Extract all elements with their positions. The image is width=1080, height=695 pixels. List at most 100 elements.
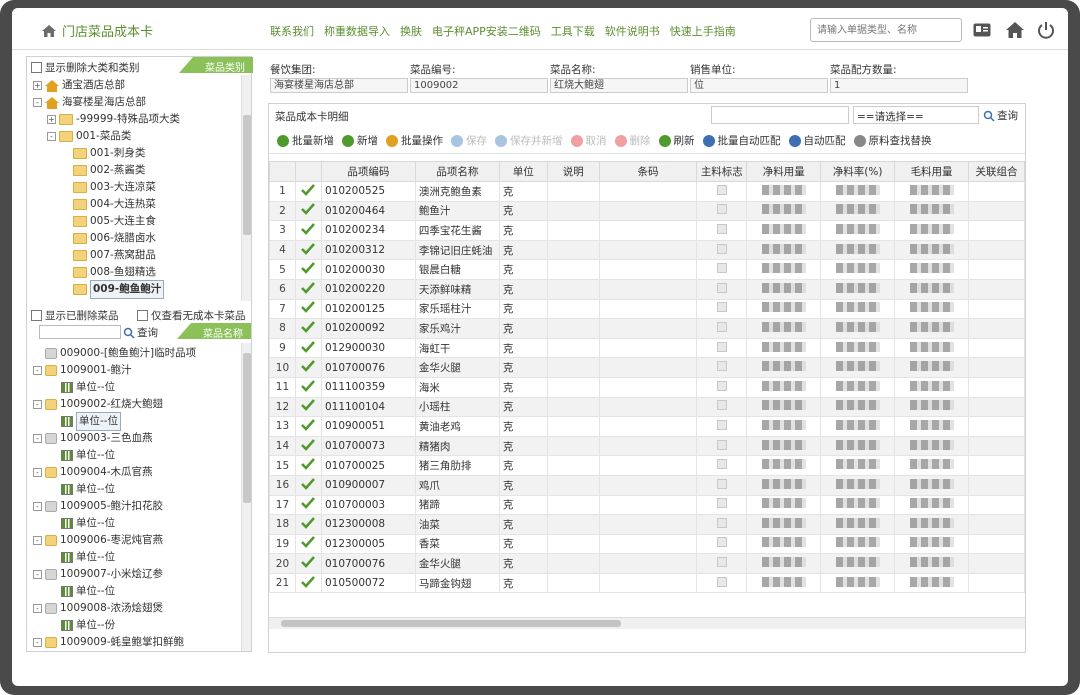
main-ingredient-cell[interactable] [696, 278, 748, 300]
description-cell[interactable] [546, 494, 600, 516]
description-cell[interactable] [546, 416, 600, 437]
barcode-cell[interactable] [598, 455, 698, 476]
barcode-cell[interactable] [598, 220, 698, 241]
barcode-cell[interactable] [598, 357, 698, 378]
collapse-icon[interactable]: - [47, 132, 56, 141]
dish-unit-node[interactable]: 单位--位 [33, 379, 239, 396]
gross-usage-cell[interactable] [894, 494, 970, 516]
barcode-cell[interactable] [598, 533, 698, 555]
description-cell[interactable] [546, 376, 600, 398]
gross-usage-cell[interactable] [894, 572, 970, 594]
table-row[interactable]: 10 010700076 金华火腿克 [269, 357, 1025, 378]
detail-type-select[interactable]: ==请选择== [853, 106, 979, 124]
description-cell[interactable] [546, 278, 600, 300]
item-name-cell[interactable]: 家乐瑶柱汁 [414, 298, 500, 320]
main-ingredient-cell[interactable] [696, 514, 748, 535]
dish-unit-node[interactable]: 单位--位 [33, 515, 239, 532]
main-ingredient-cell[interactable] [696, 572, 748, 594]
dish-unit-node[interactable]: 单位--位 [33, 481, 239, 498]
dish-tree-scrollbar[interactable] [241, 343, 251, 651]
combo-cell[interactable] [968, 357, 1025, 378]
net-usage-cell[interactable] [746, 474, 822, 496]
gross-usage-cell[interactable] [894, 357, 970, 378]
nav-link-3[interactable]: 电子秤APP安装二维码 [432, 23, 541, 39]
column-header[interactable]: 毛料用量 [894, 161, 970, 182]
unit-cell[interactable]: 克 [498, 298, 548, 320]
nav-link-4[interactable]: 工具下载 [551, 23, 595, 39]
combo-cell[interactable] [968, 416, 1025, 437]
item-code-cell[interactable]: 010700076 [320, 357, 416, 378]
table-row[interactable]: 9 012900030 海虹干克 [269, 337, 1025, 359]
net-usage-cell[interactable] [746, 357, 822, 378]
gross-usage-cell[interactable] [894, 376, 970, 398]
unit-cell[interactable]: 克 [498, 572, 548, 594]
barcode-cell[interactable] [598, 200, 698, 222]
toolbar-button-1[interactable]: 新增 [342, 133, 378, 148]
net-usage-cell[interactable] [746, 455, 822, 476]
dish-tree-node[interactable]: - 1009004-木瓜官燕 [33, 464, 239, 481]
barcode-cell[interactable] [598, 494, 698, 516]
net-rate-cell[interactable] [820, 455, 896, 476]
gross-usage-cell[interactable] [894, 474, 970, 496]
net-usage-cell[interactable] [746, 514, 822, 535]
unit-cell[interactable]: 克 [498, 533, 548, 555]
net-usage-cell[interactable] [746, 553, 822, 574]
item-code-cell[interactable]: 010900007 [320, 474, 416, 496]
item-code-cell[interactable]: 010200234 [320, 220, 416, 241]
main-ingredient-cell[interactable] [696, 553, 748, 574]
item-code-cell[interactable]: 011100104 [320, 396, 416, 418]
dish-tree-node[interactable]: - 1009006-枣泥炖官燕 [33, 532, 239, 549]
expand-icon[interactable]: + [33, 81, 42, 90]
unit-cell[interactable]: 克 [498, 357, 548, 378]
barcode-cell[interactable] [598, 298, 698, 320]
dish-tree-node[interactable]: - 1009007-小米烩辽参 [33, 566, 239, 583]
nav-link-2[interactable]: 换肤 [400, 23, 422, 39]
show-deleted-dishes-checkbox[interactable]: 显示已删除菜品 [31, 308, 119, 323]
toolbar-button-0[interactable]: 批量新增 [277, 133, 334, 148]
unit-cell[interactable]: 克 [498, 318, 548, 339]
dish-tree-node[interactable]: - 1009003-三色血燕 [33, 430, 239, 447]
main-ingredient-cell[interactable] [696, 357, 748, 378]
net-usage-cell[interactable] [746, 435, 822, 457]
category-tree-node[interactable]: - 海宴楼星海店总部 [33, 94, 239, 111]
description-cell[interactable] [546, 337, 600, 359]
net-rate-cell[interactable] [820, 337, 896, 359]
nav-link-0[interactable]: 联系我们 [270, 23, 314, 39]
net-rate-cell[interactable] [820, 396, 896, 418]
collapse-icon[interactable]: - [33, 502, 42, 511]
gross-usage-cell[interactable] [894, 239, 970, 261]
table-row[interactable]: 2 010200464 鲍鱼汁克 [269, 200, 1025, 222]
net-usage-cell[interactable] [746, 494, 822, 516]
description-cell[interactable] [546, 533, 600, 555]
net-usage-cell[interactable] [746, 318, 822, 339]
column-header[interactable]: 关联组合 [968, 161, 1025, 182]
net-usage-cell[interactable] [746, 181, 822, 202]
dish-tree-node[interactable]: - 1009002-红烧大鲍翅 [33, 396, 239, 413]
net-rate-cell[interactable] [820, 181, 896, 202]
item-name-cell[interactable]: 猪三角肋排 [414, 455, 500, 476]
net-usage-cell[interactable] [746, 278, 822, 300]
combo-cell[interactable] [968, 474, 1025, 496]
net-usage-cell[interactable] [746, 396, 822, 418]
item-name-cell[interactable]: 鲍鱼汁 [414, 200, 500, 222]
main-ingredient-cell[interactable] [696, 533, 748, 555]
unit-cell[interactable]: 克 [498, 259, 548, 280]
toolbar-button-6[interactable]: 删除 [614, 133, 651, 148]
item-name-cell[interactable]: 精猪肉 [414, 435, 500, 457]
main-ingredient-checkbox[interactable] [716, 400, 727, 411]
net-usage-cell[interactable] [746, 259, 822, 280]
table-row[interactable]: 8 010200092 家乐鸡汁克 [269, 318, 1025, 339]
dish-tree-node[interactable]: - 1009009-蚝皇鲍掌扣鲜鲍 [33, 634, 239, 651]
main-ingredient-checkbox[interactable] [716, 498, 727, 509]
item-name-cell[interactable]: 马蹄金钩翅 [414, 572, 500, 594]
item-code-cell[interactable]: 010900051 [320, 416, 416, 437]
item-name-cell[interactable]: 猪蹄 [414, 494, 500, 516]
detail-search-button[interactable]: 查询 [983, 108, 1018, 123]
main-ingredient-cell[interactable] [696, 416, 748, 437]
main-ingredient-checkbox[interactable] [716, 576, 727, 587]
item-code-cell[interactable]: 010200092 [320, 318, 416, 339]
dish-tree-node[interactable]: - 1009008-浓汤烩翅煲 [33, 600, 239, 617]
collapse-icon[interactable]: - [33, 400, 42, 409]
barcode-cell[interactable] [598, 239, 698, 261]
item-code-cell[interactable]: 010700073 [320, 435, 416, 457]
